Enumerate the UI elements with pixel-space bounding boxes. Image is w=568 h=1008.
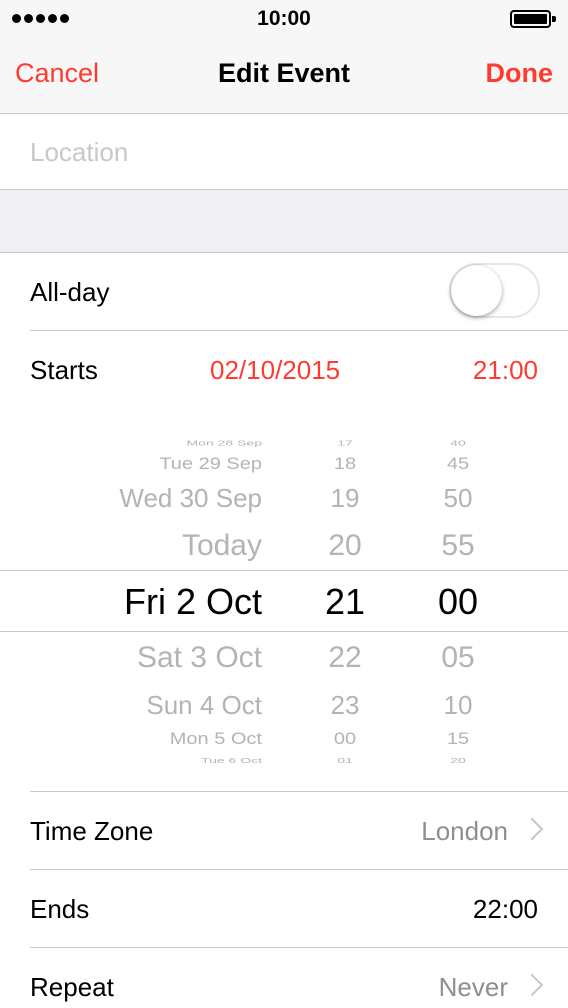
repeat-row[interactable]: Repeat Never: [0, 948, 568, 1008]
picker-minute-item[interactable]: 05: [408, 643, 508, 673]
date-time-picker[interactable]: Mon 28 Sep Tue 29 Sep Wed 30 Sep Today Fri 2…: [0, 408, 568, 792]
picker-day-item[interactable]: Tue 29 Sep: [40, 456, 262, 473]
picker-hour-item[interactable]: 01: [300, 756, 390, 764]
status-bar: 10:00: [0, 0, 568, 40]
status-clock: 10:00: [257, 7, 311, 30]
starts-time-value[interactable]: 21:00: [473, 355, 538, 386]
picker-hour-item[interactable]: 21: [300, 584, 390, 620]
allday-label: All-day: [30, 277, 110, 307]
starts-label: Starts: [30, 355, 98, 385]
starts-row[interactable]: Starts 02/10/2015 21:00: [0, 331, 568, 409]
picker-minute-item[interactable]: 45: [408, 456, 508, 473]
picker-hour-item[interactable]: 18: [300, 456, 390, 473]
timezone-label: Time Zone: [30, 816, 154, 846]
picker-day-item[interactable]: Mon 5 Oct: [40, 731, 262, 748]
starts-date-value[interactable]: 02/10/2015: [210, 355, 340, 386]
picker-hour-item[interactable]: 23: [300, 692, 390, 718]
picker-day-item[interactable]: Sat 3 Oct: [40, 643, 262, 673]
repeat-label: Repeat: [30, 972, 114, 1002]
picker-minute-item[interactable]: 00: [408, 584, 508, 620]
toggle-knob: [451, 265, 502, 316]
picker-day-item[interactable]: Tue 6 Oct: [40, 756, 262, 764]
picker-minute-item[interactable]: 40: [408, 439, 508, 447]
chevron-right-icon: [520, 973, 544, 997]
picker-hour-item[interactable]: 19: [300, 485, 390, 511]
allday-row: All-day: [0, 253, 568, 331]
picker-hour-item[interactable]: 17: [300, 439, 390, 447]
picker-minute-item[interactable]: 20: [408, 756, 508, 764]
picker-hour-item[interactable]: 20: [300, 531, 390, 561]
picker-minute-item[interactable]: 55: [408, 531, 508, 561]
cancel-button[interactable]: Cancel: [15, 58, 99, 89]
picker-hour-item[interactable]: 22: [300, 643, 390, 673]
picker-minute-item[interactable]: 50: [408, 485, 508, 511]
timezone-value: London: [421, 816, 508, 846]
timezone-row[interactable]: Time Zone London: [0, 792, 568, 870]
ends-row[interactable]: Ends 22:00: [0, 870, 568, 948]
navigation-bar: Cancel Edit Event Done: [0, 40, 568, 114]
repeat-value: Never: [438, 972, 508, 1002]
section-gap: [0, 190, 568, 253]
battery-icon: [510, 10, 556, 28]
ends-value: 22:00: [472, 894, 538, 924]
picker-day-item[interactable]: Wed 30 Sep: [40, 485, 262, 511]
location-input[interactable]: [30, 132, 530, 172]
picker-hour-item[interactable]: 00: [300, 731, 390, 748]
ends-label: Ends: [30, 894, 90, 924]
allday-toggle[interactable]: [449, 263, 540, 318]
location-row: [0, 114, 568, 190]
picker-day-item[interactable]: Mon 28 Sep: [40, 439, 263, 447]
picker-day-item[interactable]: Today: [40, 531, 262, 561]
done-button[interactable]: Done: [486, 58, 554, 89]
picker-minute-item[interactable]: 15: [408, 731, 508, 748]
chevron-right-icon: [520, 817, 544, 841]
picker-day-item[interactable]: Sun 4 Oct: [40, 692, 262, 718]
picker-day-item[interactable]: Fri 2 Oct: [40, 584, 262, 620]
picker-minute-item[interactable]: 10: [408, 692, 508, 718]
